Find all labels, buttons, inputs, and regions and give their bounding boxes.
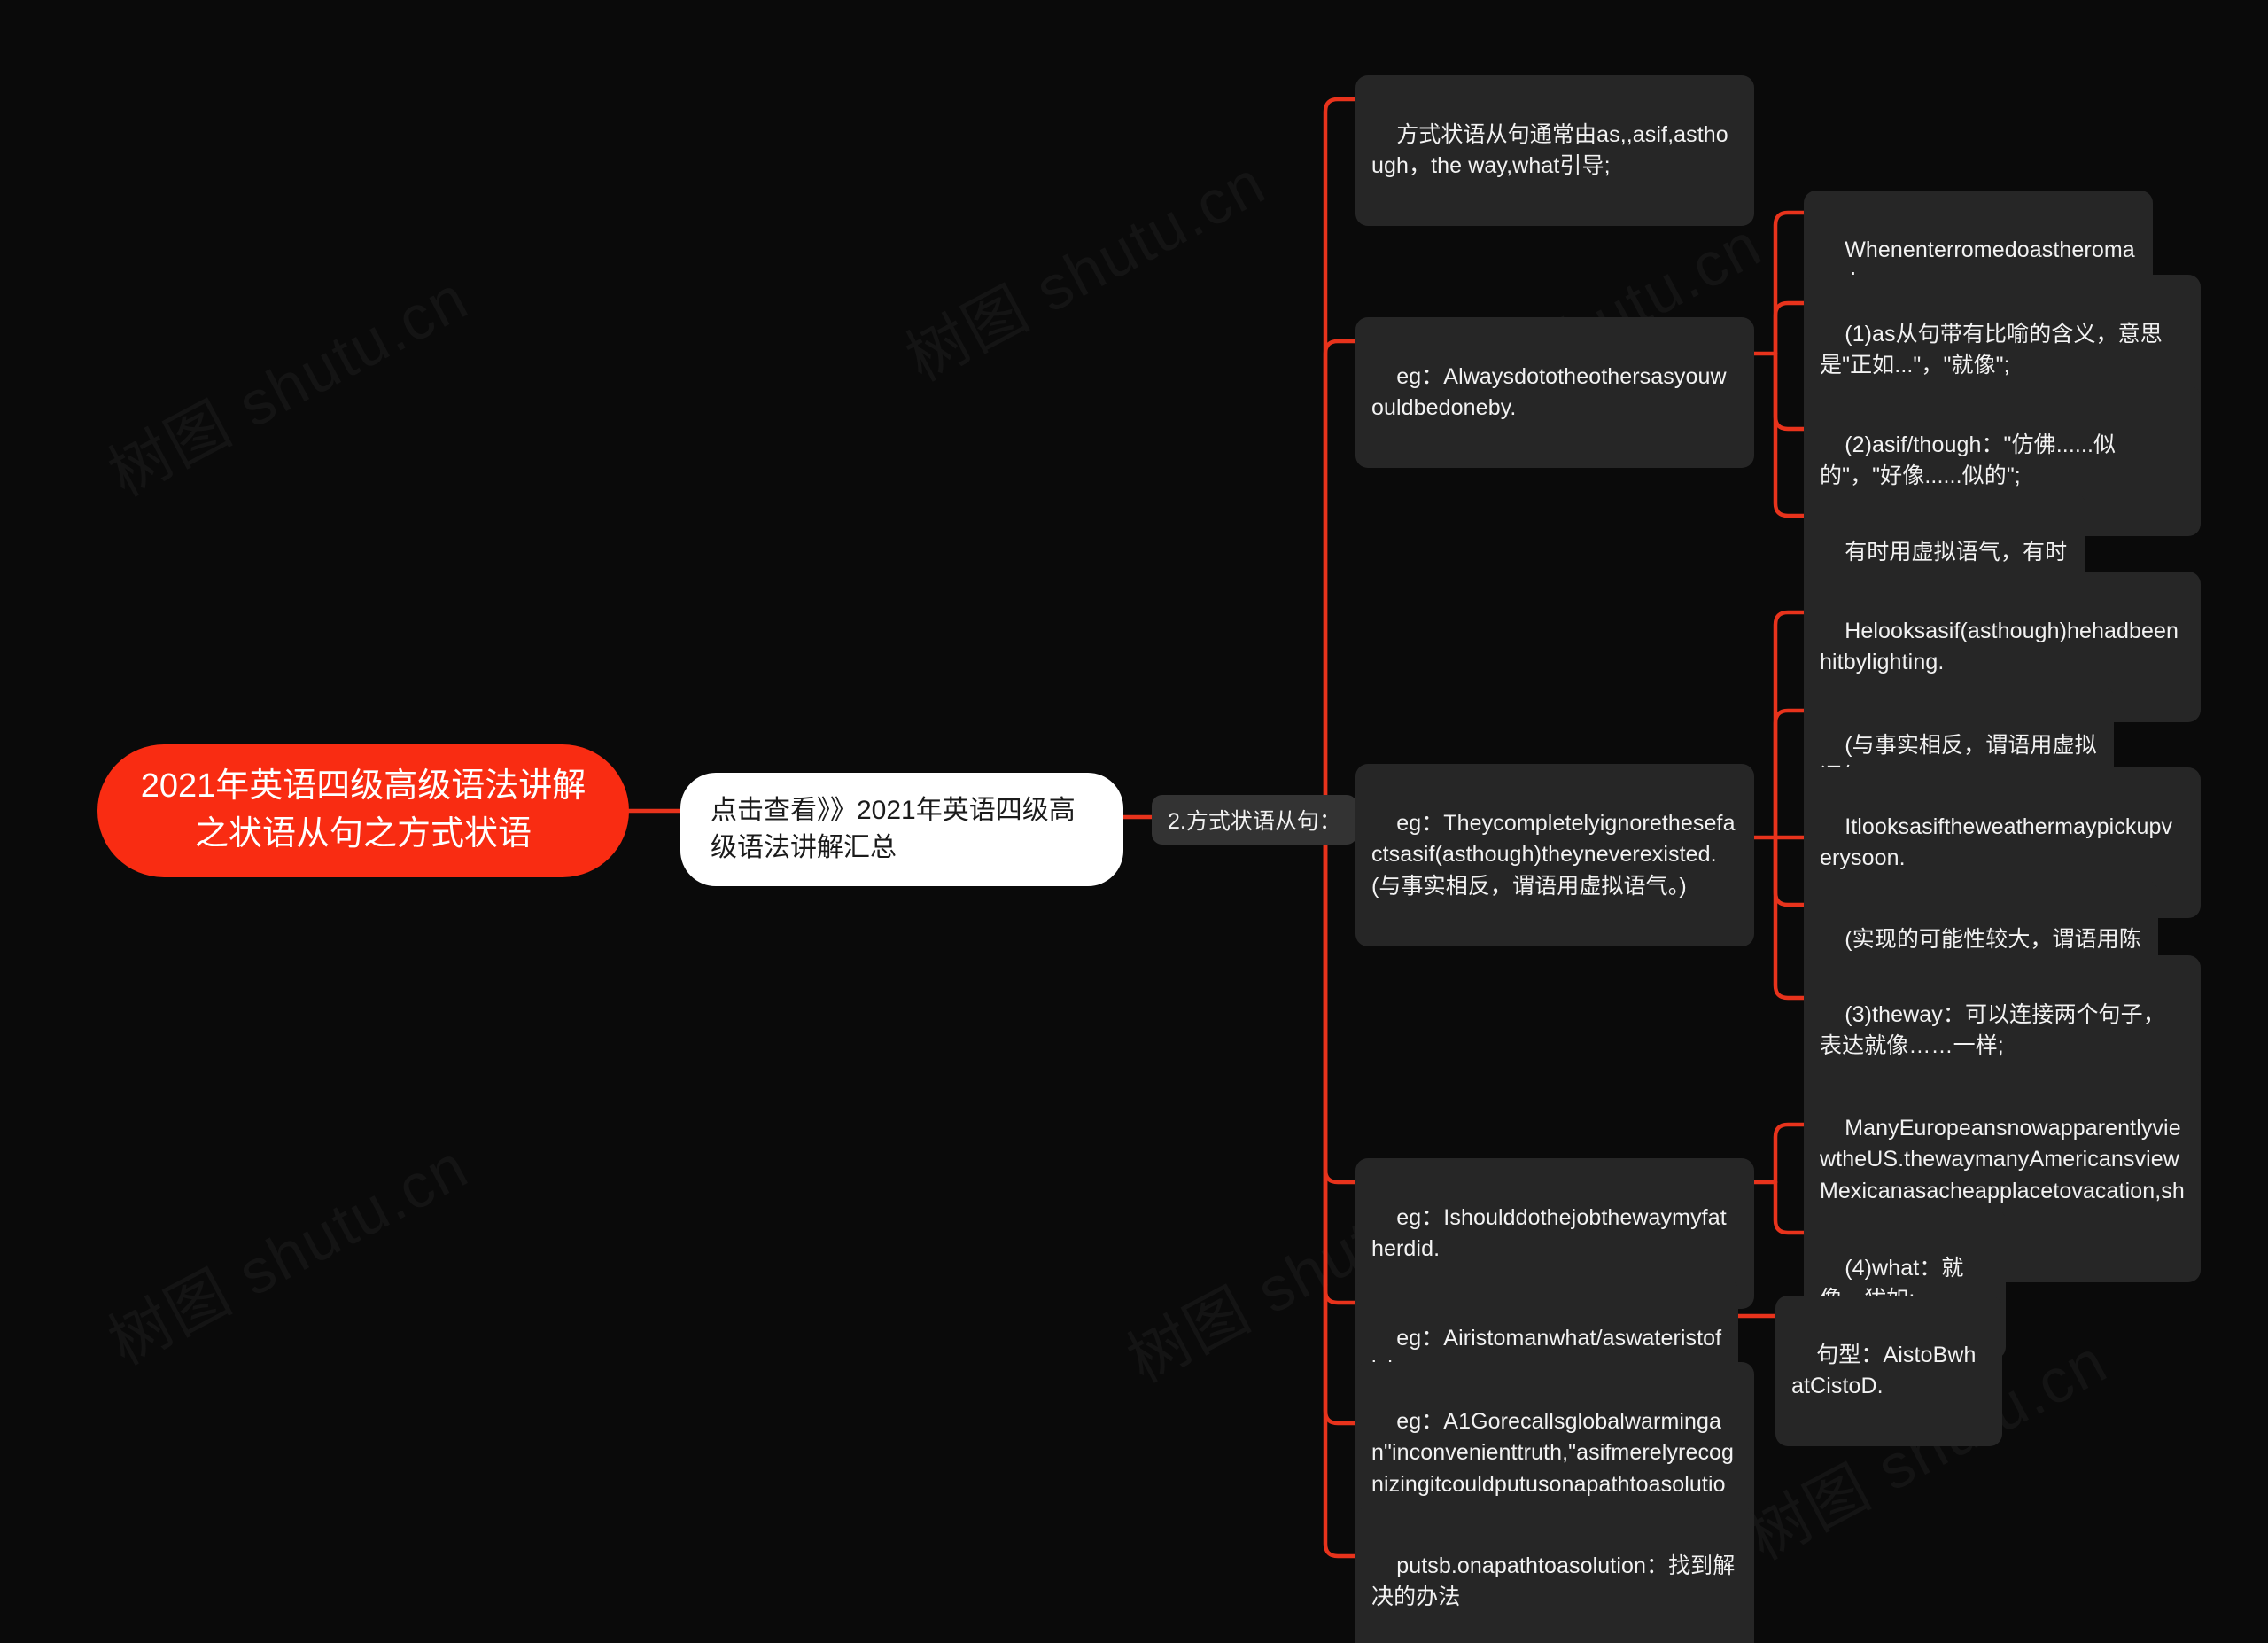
branch-node-label: eg：Theycompletelyignorethesefactsasif(as…: [1371, 810, 1736, 899]
hub-link-node[interactable]: 点击查看》》2021年英语四级高级语法讲解汇总: [680, 773, 1123, 886]
branch-node-label: eg：Ishoulddothejobthewaymyfatherdid.: [1371, 1204, 1727, 1262]
root-node[interactable]: 2021年英语四级高级语法讲解之状语从句之方式状语: [97, 744, 629, 877]
leaf-node-label: (2)asif/though："仿佛......似的"，"好像......似的"…: [1820, 432, 2117, 489]
branch-node-label: eg：Alwaysdototheothersasyouwouldbedoneby…: [1371, 363, 1727, 421]
branch-node[interactable]: eg：Theycompletelyignorethesefactsasif(as…: [1355, 764, 1754, 946]
branch-node-label: 方式状语从句通常由as,,asif,asthough，the way,what引…: [1371, 121, 1728, 179]
branch-node[interactable]: eg：Alwaysdototheothersasyouwouldbedoneby…: [1355, 317, 1754, 468]
leaf-node-label: (1)as从句带有比喻的含义，意思是"正如..."，"就像";: [1820, 321, 2163, 378]
mindmap-canvas: 树图 shutu.cn 树图 shutu.cn 树图 shutu.cn 树图 s…: [0, 0, 2268, 1643]
root-node-label: 2021年英语四级高级语法讲解之状语从句之方式状语: [140, 767, 586, 853]
branch-node[interactable]: putsb.onapathtoasolution：找到解决的办法: [1355, 1507, 1754, 1643]
leaf-node-label: (3)theway：可以连接两个句子，表达就像……一样;: [1820, 1001, 2165, 1059]
leaf-node-label: Helooksasif(asthough)hehadbeenhitbylight…: [1820, 618, 2179, 675]
leaf-node[interactable]: 句型：AistoBwhatCistoD.: [1775, 1296, 2002, 1446]
hub-node-label: 点击查看》》2021年英语四级高级语法讲解汇总: [711, 796, 1076, 862]
branch-node[interactable]: 方式状语从句通常由as,,asif,asthough，the way,what引…: [1355, 75, 1754, 226]
topic-node[interactable]: 2.方式状语从句：: [1152, 795, 1357, 845]
leaf-node-label: Itlooksasiftheweathermaypickupverysoon.: [1820, 814, 2173, 871]
branch-node-label: putsb.onapathtoasolution：找到解决的办法: [1371, 1553, 1736, 1610]
leaf-node-label: 句型：AistoBwhatCistoD.: [1791, 1342, 1977, 1399]
topic-node-label: 2.方式状语从句：: [1168, 809, 1341, 834]
